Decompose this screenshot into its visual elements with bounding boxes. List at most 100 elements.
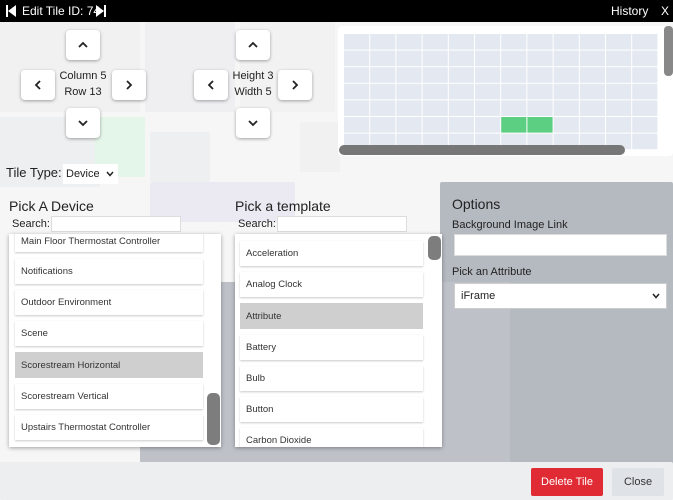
grid-cell (579, 67, 605, 83)
device-list-item[interactable]: Upstairs Thermostat Controller (15, 415, 203, 440)
decrease-height-button[interactable] (236, 108, 270, 138)
grid-cell (579, 100, 605, 116)
chevron-down-icon (652, 293, 660, 299)
grid-cell (422, 50, 448, 67)
tile-type-select[interactable]: Device (63, 164, 118, 184)
move-up-button[interactable] (66, 30, 100, 60)
chevron-up-icon (78, 41, 88, 48)
grid-cell (422, 67, 448, 83)
chevron-right-icon (126, 80, 133, 90)
delete-tile-button[interactable]: Delete Tile (531, 468, 603, 496)
grid-cell (579, 117, 605, 133)
template-panel-heading: Pick a template (235, 198, 331, 214)
device-list-item[interactable]: Notifications (15, 259, 203, 284)
chevron-down-icon (106, 171, 114, 177)
grid-cell (344, 67, 370, 83)
device-list-item[interactable]: Main Floor Thermostat Controller (15, 234, 203, 252)
template-search-label: Search: (238, 218, 276, 230)
template-list-item-selected[interactable]: Attribute (240, 303, 423, 329)
device-search-input[interactable] (51, 216, 181, 232)
grid-cell (501, 100, 527, 116)
grid-cell (422, 100, 448, 116)
grid-cell (475, 34, 501, 50)
attribute-select-value: iFrame (461, 290, 496, 302)
grid-cell (632, 83, 658, 100)
template-list-item[interactable]: Analog Clock (240, 272, 423, 297)
grid-cell (527, 100, 553, 116)
grid-cell (396, 34, 422, 50)
chevron-right-icon (292, 80, 299, 90)
close-dialog-button[interactable]: X (661, 4, 669, 18)
move-right-button[interactable] (112, 70, 146, 100)
grid-cell (632, 34, 658, 50)
grid-cell (501, 50, 527, 67)
dialog-title: Edit Tile ID: 74 (22, 4, 101, 18)
close-button[interactable]: Close (612, 468, 664, 496)
grid-cell (422, 34, 448, 50)
grid-cell (448, 83, 474, 100)
device-list[interactable]: Main Floor Thermostat Controller Notific… (9, 234, 221, 447)
grid-cell (579, 34, 605, 50)
grid-cell (344, 117, 370, 133)
grid-cell (527, 34, 553, 50)
grid-cell (553, 117, 579, 133)
skip-next-icon[interactable] (96, 4, 106, 18)
preview-vertical-scrollbar[interactable] (664, 26, 673, 76)
grid-cell (579, 83, 605, 100)
grid-cell (553, 100, 579, 116)
grid-cell (501, 83, 527, 100)
preview-horizontal-scrollbar[interactable] (339, 145, 625, 155)
grid-cell (632, 100, 658, 116)
grid-cell (606, 34, 632, 50)
skip-previous-icon[interactable] (6, 4, 16, 18)
template-list-item[interactable]: Carbon Dioxide (240, 428, 423, 447)
grid-cell (606, 117, 632, 133)
grid-cell (344, 100, 370, 116)
grid-cell (448, 100, 474, 116)
background-image-input[interactable] (454, 234, 667, 256)
background-image-label: Background Image Link (452, 219, 568, 231)
tile-position-preview[interactable] (338, 26, 673, 156)
device-list-scrollbar[interactable] (207, 393, 220, 445)
grid-cell (579, 50, 605, 67)
device-list-item[interactable]: Outdoor Environment (15, 290, 203, 315)
grid-cell (606, 67, 632, 83)
template-search-input[interactable] (277, 216, 407, 232)
grid-cell (396, 83, 422, 100)
template-list-item[interactable]: Button (240, 397, 423, 422)
top-bar: Edit Tile ID: 74 History X (0, 0, 673, 22)
grid-cell-selected (527, 117, 553, 133)
template-list-item[interactable]: Bulb (240, 366, 423, 391)
template-list-item[interactable]: Acceleration (240, 241, 423, 266)
grid-cell (475, 50, 501, 67)
increase-height-button[interactable] (236, 30, 270, 60)
grid-cell (344, 83, 370, 100)
grid-cell (448, 34, 474, 50)
history-link[interactable]: History (611, 4, 648, 18)
grid-cell (422, 117, 448, 133)
grid-cell (396, 100, 422, 116)
grid-cell (396, 117, 422, 133)
chevron-down-icon (248, 120, 258, 127)
grid-cell (396, 67, 422, 83)
increase-width-button[interactable] (278, 70, 312, 100)
grid-cell (396, 50, 422, 67)
template-list-scrollbar[interactable] (428, 236, 441, 260)
grid-cell (501, 67, 527, 83)
device-list-item-selected[interactable]: Scorestream Horizontal (15, 352, 203, 378)
grid-cell (606, 50, 632, 67)
grid-cell-selected (501, 117, 527, 133)
grid-cell (475, 100, 501, 116)
device-list-item[interactable]: Scene (15, 321, 203, 346)
tile-type-value: Device (66, 168, 100, 180)
grid-cell (606, 83, 632, 100)
grid-cell (370, 117, 396, 133)
chevron-up-icon (248, 41, 258, 48)
device-list-item[interactable]: Scorestream Vertical (15, 384, 203, 409)
template-list[interactable]: Acceleration Analog Clock Attribute Batt… (235, 234, 442, 447)
attribute-select[interactable]: iFrame (454, 283, 667, 309)
template-list-item[interactable]: Battery (240, 335, 423, 360)
grid-cell (344, 50, 370, 67)
move-down-button[interactable] (66, 108, 100, 138)
preview-grid (344, 34, 658, 150)
